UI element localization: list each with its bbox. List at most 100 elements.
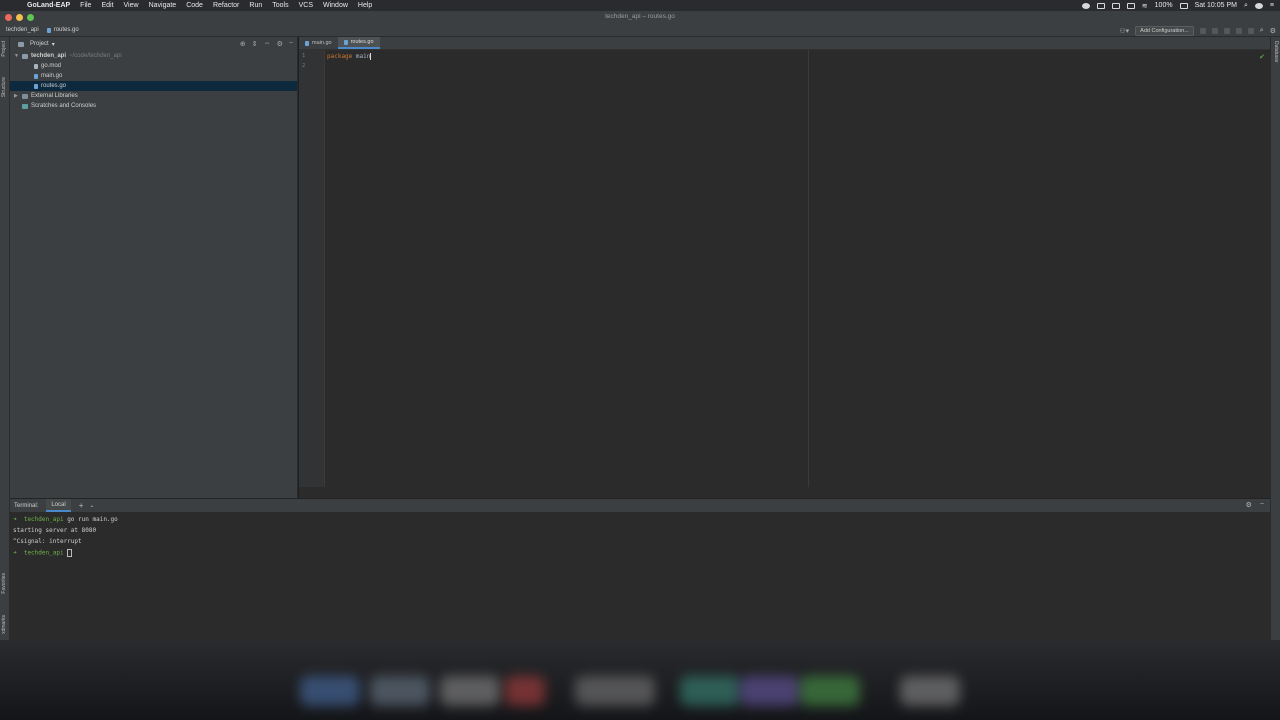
menu-window[interactable]: Window — [323, 2, 348, 9]
menu-file[interactable]: File — [80, 2, 91, 9]
profile-icon[interactable] — [1235, 28, 1242, 34]
tree-file-go-mod[interactable]: go.mod — [10, 61, 297, 71]
menu-view[interactable]: View — [124, 2, 139, 9]
terminal-prompt: ➜ techden_api — [13, 516, 64, 523]
menu-edit[interactable]: Edit — [101, 2, 113, 9]
project-view-selector[interactable]: Project ▾ — [18, 41, 55, 48]
tree-file-routes-go[interactable]: routes.go — [10, 81, 297, 91]
tab-routes-go[interactable]: routes.go — [337, 37, 380, 49]
coverage-icon[interactable] — [1223, 28, 1230, 34]
terminal-line: ^Csignal: interrupt — [13, 538, 82, 545]
options-gear-icon[interactable]: ⚙ — [277, 40, 283, 48]
line-gutter[interactable]: 1 2 — [299, 50, 325, 487]
terminal-command: go run main.go — [63, 516, 118, 523]
terminal-line[interactable]: ➜ techden_api — [13, 549, 73, 557]
menu-vcs[interactable]: VCS — [299, 2, 313, 9]
airplay-icon[interactable] — [1096, 2, 1105, 9]
record-icon[interactable] — [1081, 2, 1090, 9]
favorites-tool-button[interactable]: Favorites — [1, 573, 7, 594]
go-file-icon — [34, 73, 38, 79]
locate-icon[interactable]: ⊕ — [240, 40, 246, 48]
database-tool-button[interactable]: Database — [1273, 41, 1279, 62]
dock-app-icon[interactable] — [800, 676, 860, 706]
search-icon[interactable]: ⌕ — [1260, 27, 1264, 35]
add-configuration-button[interactable]: Add Configuration... — [1135, 26, 1194, 36]
project-panel-tools: ⊕ ⇕ ⇔ ⚙ − — [240, 40, 293, 48]
tree-file-label: routes.go — [41, 83, 67, 89]
text-caret — [370, 53, 372, 60]
chevron-down-icon[interactable]: ⌄ — [89, 502, 94, 509]
editor-tabs: main.go routes.go — [299, 37, 1270, 50]
hide-panel-icon[interactable]: − — [289, 40, 293, 48]
dock-app-icon[interactable] — [575, 676, 655, 706]
tree-scratches[interactable]: Scratches and Consoles — [10, 101, 297, 111]
new-terminal-plus-icon[interactable]: + — [79, 501, 84, 510]
go-file-icon — [305, 40, 309, 46]
menu-code[interactable]: Code — [186, 2, 203, 9]
user-icon[interactable]: ⚇▾ — [1119, 27, 1129, 35]
accessibility-icon[interactable] — [1111, 2, 1120, 9]
editor: main.go routes.go 1 2 package main ✔ — [299, 37, 1270, 498]
terminal-settings-gear-icon[interactable]: ⚙ — [1246, 501, 1252, 509]
project-header-label: Project — [30, 41, 49, 47]
tree-root-path: ~/code/techden_api — [69, 53, 122, 59]
run-icon[interactable] — [1199, 28, 1206, 34]
window-title: techden_api – routes.go — [605, 13, 675, 20]
breadcrumb-project[interactable]: techden_api — [6, 27, 39, 33]
code-area[interactable]: package main — [327, 53, 372, 60]
menu-refactor[interactable]: Refactor — [213, 2, 239, 9]
breadcrumb-file[interactable]: routes.go — [46, 27, 79, 33]
chevron-down-icon: ▾ — [51, 41, 55, 48]
stop-icon[interactable] — [1247, 28, 1254, 34]
dock-app-icon[interactable] — [505, 676, 545, 706]
tree-file-label: go.mod — [41, 63, 62, 69]
structure-tool-button[interactable]: Structure — [1, 77, 7, 97]
terminal-prompt: ➜ techden_api — [13, 549, 64, 557]
battery-percent: 100% — [1154, 2, 1173, 9]
tab-label: routes.go — [350, 39, 374, 45]
dock-app-icon[interactable] — [370, 676, 430, 706]
project-tool-button[interactable]: Project — [1, 41, 7, 57]
menu-help[interactable]: Help — [358, 2, 372, 9]
user-avatar-icon[interactable] — [1254, 2, 1263, 9]
run-toolbar: ⚇▾ Add Configuration... ⌕ ⚙ — [1119, 26, 1276, 36]
dock-app-icon[interactable] — [440, 676, 500, 706]
tree-file-label: main.go — [41, 73, 63, 79]
terminal-tab-local[interactable]: Local — [46, 499, 71, 512]
tree-scratches-label: Scratches and Consoles — [31, 103, 97, 109]
tree-external-libraries[interactable]: ▶ External Libraries — [10, 91, 297, 101]
wifi-icon[interactable]: ≋ — [1142, 2, 1148, 10]
spotlight-icon[interactable]: ⌕ — [1244, 2, 1248, 10]
project-panel-header: Project ▾ ⊕ ⇕ ⇔ ⚙ − — [10, 37, 297, 51]
code-package-name: main — [355, 53, 371, 60]
collapsed-arrow-icon[interactable]: ▶ — [14, 93, 22, 99]
line-number: 2 — [302, 63, 306, 69]
expand-all-icon[interactable]: ⇕ — [252, 40, 258, 48]
menu-navigate[interactable]: Navigate — [149, 2, 177, 9]
expanded-arrow-icon[interactable]: ▼ — [14, 53, 22, 59]
menu-app-name[interactable]: GoLand-EAP — [27, 2, 70, 9]
dock — [0, 640, 1280, 720]
control-center-icon[interactable]: ≡ — [1270, 2, 1274, 9]
tree-root[interactable]: ▼ techden_api ~/code/techden_api — [10, 51, 297, 61]
bookmarks-tool-button[interactable]: xdmarks — [1, 615, 7, 634]
hide-terminal-icon[interactable]: − — [1260, 501, 1264, 509]
dock-app-icon[interactable] — [300, 676, 360, 706]
debug-icon[interactable] — [1211, 28, 1218, 34]
tree-file-main-go[interactable]: main.go — [10, 71, 297, 81]
dock-app-icon[interactable] — [900, 676, 960, 706]
dock-app-icon[interactable] — [680, 676, 740, 706]
tab-main-go[interactable]: main.go — [299, 37, 338, 49]
dock-app-icon[interactable] — [740, 676, 800, 706]
battery-icon[interactable] — [1179, 2, 1188, 9]
inspection-ok-check-icon[interactable]: ✔ — [1259, 53, 1265, 61]
scratches-icon — [22, 103, 28, 109]
settings-gear-icon[interactable]: ⚙ — [1270, 27, 1276, 35]
collapse-all-icon[interactable]: ⇔ — [264, 40, 271, 48]
menu-run[interactable]: Run — [249, 2, 262, 9]
line-number: 1 — [302, 53, 306, 59]
clock[interactable]: Sat 10:05 PM — [1195, 2, 1237, 9]
menu-tools[interactable]: Tools — [272, 2, 288, 9]
display-icon[interactable] — [1126, 2, 1135, 9]
terminal-panel: Terminal: Local + ⌄ ⚙ − ➜ techden_api go… — [10, 498, 1270, 640]
